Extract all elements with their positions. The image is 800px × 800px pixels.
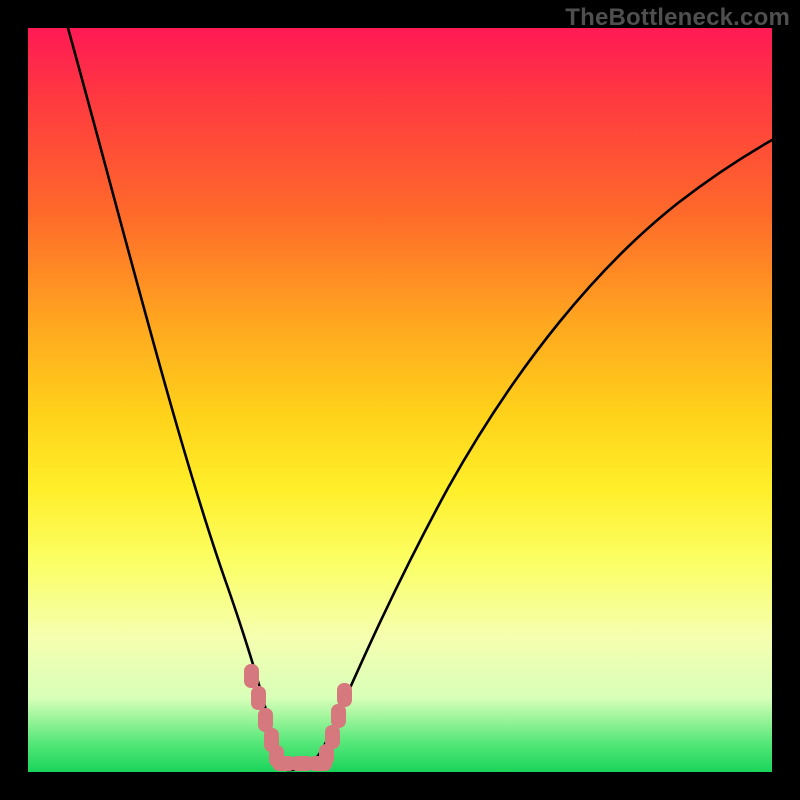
bottleneck-curve-right [288,140,772,770]
optimal-range-marker [244,664,352,771]
chart-frame: TheBottleneck.com [0,0,800,800]
chart-svg [28,28,772,772]
plot-area [28,28,772,772]
bottleneck-curve-left [68,28,288,770]
